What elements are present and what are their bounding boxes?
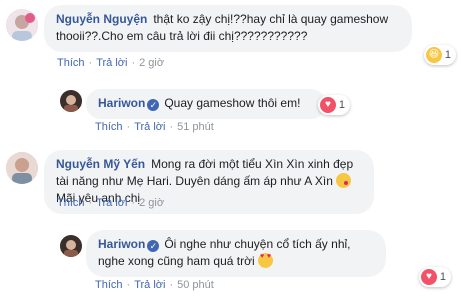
verified-badge-icon: ✓: [147, 240, 160, 252]
avatar-image: [6, 9, 38, 41]
reaction-badge[interactable]: ♥ 1: [318, 95, 350, 115]
comment-1: Nguyễn Nguyện thật ko zậy chị!??hay chỉ l…: [0, 0, 461, 75]
timestamp[interactable]: 50 phút: [177, 279, 214, 291]
like-link[interactable]: Thích: [57, 57, 85, 69]
kissing-face-emoji-icon: [336, 173, 352, 188]
haha-icon: 😆: [426, 47, 442, 63]
avatar[interactable]: [6, 9, 38, 41]
love-icon: ♥: [421, 269, 437, 285]
reaction-badge[interactable]: 😆 1: [424, 45, 456, 65]
comment-text: Quay gameshow thôi em!: [164, 96, 301, 110]
reply-link[interactable]: Trả lời: [96, 57, 127, 69]
avatar[interactable]: [60, 235, 82, 257]
comment-actions: Thích · Trả lời · 50 phút: [95, 279, 214, 291]
love-icon: ♥: [320, 97, 336, 113]
avatar-image: [6, 152, 38, 184]
comment-actions: Thích · Trả lời · 51 phút: [95, 121, 214, 133]
reaction-count: 1: [439, 271, 446, 283]
reaction-count: 1: [444, 49, 451, 61]
comment-bubble: Hariwon ✓ Quay gameshow thôi em!: [86, 89, 326, 119]
reply-2: Hariwon ✓ Ôi nghe như chuyện cổ tích ấy nh…: [0, 225, 461, 308]
comment-bubble: Hariwon ✓ Ôi nghe như chuyện cổ tích ấy nh…: [86, 230, 386, 277]
comment-2: Nguyễn Mỹ Yến Mong ra đời một tiểu Xìn Xì…: [0, 145, 461, 215]
comment-actions: Thích · Trả lời · 2 giờ: [57, 57, 165, 69]
verified-badge-icon: ✓: [147, 99, 160, 111]
avatar[interactable]: [60, 90, 82, 112]
like-link[interactable]: Thích: [57, 197, 85, 209]
comment-actions: Thích · Trả lời · 2 giờ: [57, 197, 165, 209]
comment-author[interactable]: Nguyễn Nguyện: [56, 12, 147, 26]
heart-eyes-emoji-icon: [257, 253, 273, 268]
timestamp[interactable]: 51 phút: [177, 121, 214, 133]
reply-link[interactable]: Trả lời: [96, 197, 127, 209]
timestamp[interactable]: 2 giờ: [139, 197, 164, 209]
avatar[interactable]: [6, 152, 38, 184]
comment-author[interactable]: Hariwon: [98, 237, 145, 251]
like-link[interactable]: Thích: [95, 279, 123, 291]
reply-1: Hariwon ✓ Quay gameshow thôi em! ♥ 1 Thích…: [0, 80, 461, 140]
avatar-image: [60, 90, 82, 112]
avatar-image: [60, 235, 82, 257]
reaction-badge[interactable]: ♥ 1: [419, 267, 451, 287]
reaction-count: 1: [338, 99, 345, 111]
reply-link[interactable]: Trả lời: [134, 279, 165, 291]
timestamp[interactable]: 2 giờ: [139, 57, 164, 69]
comment-author[interactable]: Nguyễn Mỹ Yến: [56, 157, 145, 171]
reply-link[interactable]: Trả lời: [134, 121, 165, 133]
comment-bubble: Nguyễn Nguyện thật ko zậy chị!??hay chỉ l…: [44, 5, 412, 52]
like-link[interactable]: Thích: [95, 121, 123, 133]
comment-author[interactable]: Hariwon: [98, 96, 145, 110]
